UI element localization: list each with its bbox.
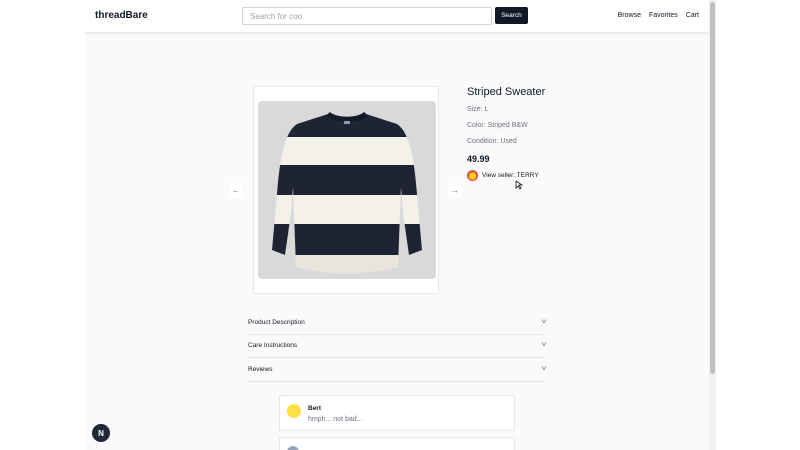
chevron-down-icon: ˅ [541,365,547,373]
header: threadBare Search Browse Favorites Cart [85,0,709,33]
nav-browse[interactable]: Browse [618,12,641,19]
product-image [258,101,436,279]
previous-image-button[interactable]: ← [229,183,243,197]
accordion-label: Product Description [248,318,305,326]
product-price: 49.99 [467,154,490,164]
right-margin [716,0,800,450]
chevron-down-icon: ˅ [541,342,547,350]
search-input[interactable] [242,7,492,25]
arrow-left-icon: ← [232,185,240,195]
reviewer-name: Bert [308,405,322,412]
reviewer-avatar [287,446,299,450]
seller-avatar [467,170,478,181]
sweater-body [272,114,422,273]
dev-tools-badge[interactable]: N [92,424,110,442]
arrow-right-icon: → [451,185,459,195]
search-button[interactable]: Search [495,7,528,24]
accordion-product-description[interactable]: Product Description ˅ [248,311,547,335]
product-page: threadBare Search Browse Favorites Cart … [85,0,709,450]
review-text: hmph... not bad... [308,416,363,423]
main-nav: Browse Favorites Cart [618,12,699,19]
nav-cart[interactable]: Cart [686,12,699,19]
product-size: Size: L [467,106,489,113]
left-margin [0,0,85,450]
scrollbar-thumb[interactable] [710,2,715,374]
accordion-reviews[interactable]: Reviews ˅ [248,358,547,382]
accordion-care-instructions[interactable]: Care Instructions ˅ [248,335,547,358]
logo[interactable]: threadBare [95,10,148,21]
product-image-card [253,86,439,294]
striped-sweater-image [272,111,422,273]
product-accordion: Product Description ˅ Care Instructions … [248,311,547,382]
product-color: Color: Striped B&W [467,122,528,129]
next-image-button[interactable]: → [448,183,462,197]
product-condition: Condition: Used [467,138,517,145]
reviewer-avatar [287,404,301,418]
nav-favorites[interactable]: Favorites [649,12,678,19]
seller-link[interactable]: View seller: TERRY [467,170,539,181]
mouse-cursor-icon [515,180,523,190]
review-card [279,437,515,450]
review-card: Bert hmph... not bad... [279,395,515,431]
seller-link-label[interactable]: View seller: TERRY [482,172,539,179]
page-scrollbar[interactable] [709,0,716,450]
product-title: Striped Sweater [467,86,546,98]
accordion-label: Reviews [248,365,273,373]
chevron-down-icon: ˅ [541,318,547,326]
accordion-label: Care Instructions [248,342,298,350]
